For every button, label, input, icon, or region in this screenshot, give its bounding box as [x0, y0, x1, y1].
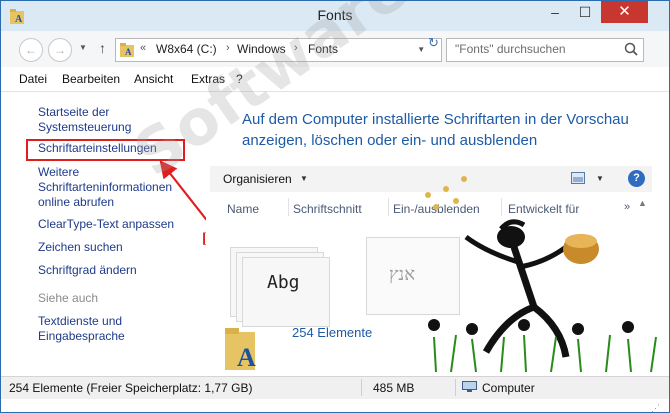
- explorer-window: A Fonts – ☐ ✕ ← → ▼ ↑ A « W8x64 (C:) › W…: [0, 0, 670, 413]
- fonts-folder-icon: A: [120, 43, 134, 57]
- column-style[interactable]: Schriftschnitt: [293, 202, 362, 216]
- page-heading: Auf dem Computer installierte Schriftart…: [242, 111, 629, 149]
- breadcrumb-drive[interactable]: W8x64 (C:): [156, 42, 217, 56]
- breadcrumb-separator[interactable]: ›: [226, 42, 230, 54]
- search-placeholder: "Fonts" durchsuchen: [455, 42, 566, 56]
- font-sample: Abg: [267, 272, 300, 293]
- status-separator: [455, 379, 456, 396]
- forward-arrow-icon[interactable]: →: [48, 38, 72, 62]
- menu-ansicht[interactable]: Ansicht: [134, 72, 173, 86]
- status-items-free: 254 Elemente (Freier Speicherplatz: 1,77…: [9, 381, 253, 395]
- column-separator: [288, 198, 289, 216]
- svg-text:A: A: [237, 343, 256, 372]
- decorative-figure-illustration: [425, 176, 657, 373]
- size-grip-icon[interactable]: ⋰: [651, 403, 660, 412]
- item-count: 254 Elemente: [292, 325, 373, 340]
- minimize-button[interactable]: –: [541, 1, 569, 23]
- chevron-down-icon[interactable]: ▼: [300, 174, 308, 183]
- link-change-font-size[interactable]: Schriftgrad ändern: [38, 263, 137, 278]
- back-arrow-icon[interactable]: ←: [19, 38, 43, 62]
- breadcrumb-overflow[interactable]: «: [140, 42, 146, 54]
- column-separator: [388, 198, 389, 216]
- font-tile[interactable]: Abg: [242, 257, 330, 327]
- status-bar: 254 Elemente (Freier Speicherplatz: 1,77…: [1, 376, 669, 399]
- see-also-header: Siehe auch: [38, 291, 99, 305]
- status-separator: [361, 379, 362, 396]
- column-name[interactable]: Name: [227, 202, 259, 216]
- menu-datei[interactable]: Datei: [19, 72, 47, 86]
- link-find-character[interactable]: Zeichen suchen: [38, 240, 123, 255]
- refresh-icon[interactable]: ↻: [428, 35, 439, 51]
- status-location: Computer: [482, 381, 535, 395]
- search-input[interactable]: "Fonts" durchsuchen: [446, 38, 644, 62]
- close-button[interactable]: ✕: [601, 1, 648, 23]
- bottom-strip: ⋰: [1, 399, 669, 412]
- fonts-folder-icon: A: [225, 328, 256, 372]
- search-icon[interactable]: [623, 41, 639, 57]
- recent-locations-dropdown[interactable]: ▼: [79, 43, 87, 52]
- link-text-services[interactable]: Textdienste und Eingabesprache: [38, 314, 168, 344]
- maximize-button[interactable]: ☐: [571, 1, 599, 23]
- up-arrow-icon[interactable]: ↑: [99, 40, 106, 56]
- menu-bearbeiten[interactable]: Bearbeiten: [62, 72, 120, 86]
- svg-text:A: A: [125, 47, 132, 57]
- computer-icon: [462, 381, 477, 392]
- content-pane: Auf dem Computer installierte Schriftart…: [206, 92, 669, 376]
- organize-button[interactable]: Organisieren: [223, 172, 292, 186]
- status-size: 485 MB: [373, 381, 415, 395]
- menu-bar: Datei Bearbeiten Ansicht Extras ?: [1, 67, 669, 92]
